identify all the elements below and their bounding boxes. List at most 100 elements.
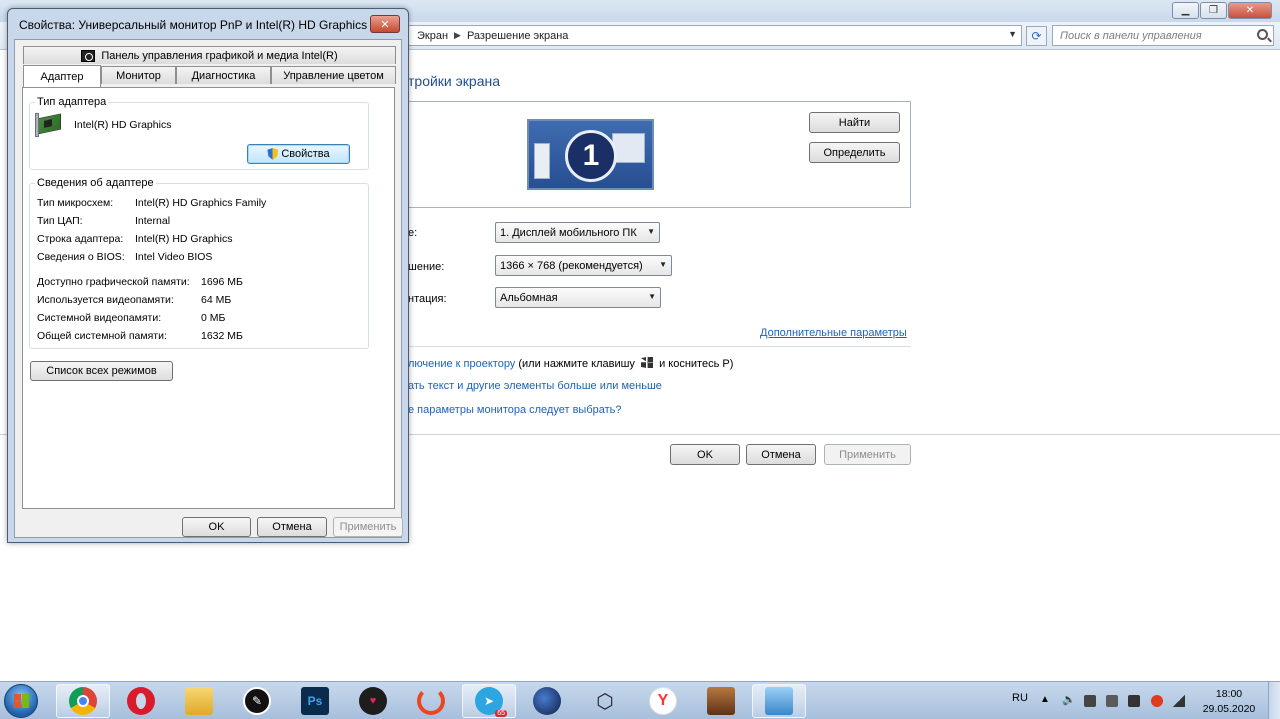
breadcrumb[interactable]: Экран ▶ Разрешение экрана ▼ xyxy=(408,25,1022,46)
orientation-label: нтация: xyxy=(408,293,447,305)
show-desktop-button[interactable] xyxy=(1268,682,1280,719)
list-all-modes-button[interactable]: Список всех режимов xyxy=(30,361,173,381)
dialog-apply-button[interactable]: Применить xyxy=(333,517,403,537)
projector-hint-after: и коснитесь P) xyxy=(659,358,734,370)
close-button[interactable]: ✕ xyxy=(1228,2,1272,19)
tab-monitor-label: Монитор xyxy=(116,69,161,82)
search-input[interactable]: Поиск в панели управления xyxy=(1052,25,1274,46)
refresh-icon[interactable]: ⟳ xyxy=(1026,26,1047,46)
chevron-down-icon[interactable]: ▼ xyxy=(1008,29,1017,39)
warning-icon[interactable] xyxy=(1151,695,1163,707)
memory-label-shared: Общей системной памяти: xyxy=(37,330,167,342)
info-label-chip-type: Тип микросхем: xyxy=(37,197,114,209)
taskbar-control-panel[interactable] xyxy=(752,684,806,718)
preview-panel-right xyxy=(612,133,645,163)
control-panel-icon xyxy=(765,687,793,715)
tab-adapter[interactable]: Адаптер xyxy=(23,65,101,87)
ok-button[interactable]: OK xyxy=(670,444,740,465)
dialog-ok-button[interactable]: OK xyxy=(182,517,251,537)
apply-button[interactable]: Применить xyxy=(824,444,911,465)
cinema4d-icon xyxy=(533,687,561,715)
taskbar-telegram[interactable]: ➤ 65 xyxy=(462,684,516,718)
network-signal-icon[interactable] xyxy=(1173,695,1185,707)
orientation-select[interactable]: Альбомная ▼ xyxy=(495,287,661,308)
monitor-preview-icon[interactable]: 1 xyxy=(527,119,654,190)
chevron-down-icon: ▼ xyxy=(659,260,667,269)
resolution-select[interactable]: 1366 × 768 (рекомендуется) ▼ xyxy=(495,255,672,276)
taskbar-photoshop[interactable]: Ps xyxy=(288,684,342,718)
tab-intel-graphics-label: Панель управления графикой и медиа Intel… xyxy=(101,49,338,62)
adapter-info-group: Сведения об адаптере Тип микросхем: Inte… xyxy=(29,177,369,349)
page-title: тройки экрана xyxy=(408,73,500,89)
info-label-dac-type: Тип ЦАП: xyxy=(37,215,83,227)
text-size-link[interactable]: ать текст и другие элементы больше или м… xyxy=(408,380,662,392)
projector-hint-before: (или нажмите клавишу xyxy=(518,358,635,370)
uac-shield-icon xyxy=(267,148,279,160)
tab-intel-graphics[interactable]: Панель управления графикой и медиа Intel… xyxy=(23,46,396,64)
dialog-body: Панель управления графикой и медиа Intel… xyxy=(14,39,403,538)
advanced-settings-link[interactable]: Дополнительные параметры xyxy=(760,327,907,339)
taskbar-cinema4d[interactable] xyxy=(520,684,574,718)
display-label: е: xyxy=(408,227,418,239)
dialog-cancel-button[interactable]: Отмена xyxy=(257,517,327,537)
breadcrumb-separator-icon: ▶ xyxy=(454,30,461,40)
yandex-icon: Y xyxy=(649,687,677,715)
memory-value-dedicated: 64 МБ xyxy=(201,294,232,306)
projector-link[interactable]: лючение к проектору xyxy=(408,358,515,370)
taskbar-app-orange[interactable] xyxy=(404,684,458,718)
tab-color-management[interactable]: Управление цветом xyxy=(271,66,396,84)
info-value-dac-type: Internal xyxy=(135,215,171,227)
tray-device-icon[interactable] xyxy=(1128,695,1140,707)
dialog-close-button[interactable]: ✕ xyxy=(370,15,400,33)
display-select-value: 1. Дисплей мобильного ПК xyxy=(500,226,637,239)
search-icon[interactable] xyxy=(1257,29,1268,40)
taskbar-chrome[interactable] xyxy=(56,684,110,718)
system-clock[interactable]: 18:00 29.05.2020 xyxy=(1200,687,1258,717)
video-card-icon xyxy=(35,113,63,139)
language-indicator[interactable]: RU xyxy=(1012,692,1028,704)
start-button[interactable] xyxy=(4,684,38,718)
taskbar-inkscape[interactable]: ✎ xyxy=(230,684,284,718)
preview-panel-left xyxy=(534,143,550,179)
adapter-info-title: Сведения об адаптере xyxy=(35,177,156,189)
chevron-down-icon: ▼ xyxy=(647,227,655,236)
monitor-settings-help-link[interactable]: е параметры монитора следует выбрать? xyxy=(408,404,622,416)
taskbar-opera[interactable] xyxy=(114,684,168,718)
taskbar: ✎ Ps ♥ ➤ 65 ⬡ Y RU ▲ 🔈 18:00 29.05.2020 xyxy=(0,681,1280,719)
tray-usb-icon[interactable] xyxy=(1106,695,1118,707)
taskbar-explorer[interactable] xyxy=(172,684,226,718)
memory-label-available: Доступно графической памяти: xyxy=(37,276,190,288)
memory-value-available: 1696 МБ xyxy=(201,276,243,288)
chrome-icon xyxy=(69,687,97,715)
adapter-properties-button[interactable]: Свойства xyxy=(247,144,350,164)
photoshop-icon: Ps xyxy=(301,687,329,715)
minimize-button[interactable]: ▁ xyxy=(1172,2,1199,19)
tray-app-icon[interactable] xyxy=(1084,695,1096,707)
identify-button[interactable]: Определить xyxy=(809,142,900,163)
info-label-bios: Сведения о BIOS: xyxy=(37,251,125,263)
cancel-button[interactable]: Отмена xyxy=(746,444,816,465)
tab-diagnostics[interactable]: Диагностика xyxy=(176,66,271,84)
breadcrumb-item-screen[interactable]: Экран xyxy=(417,30,448,42)
display-select[interactable]: 1. Дисплей мобильного ПК ▼ xyxy=(495,222,660,243)
breadcrumb-item-resolution[interactable]: Разрешение экрана xyxy=(467,30,568,42)
tab-monitor[interactable]: Монитор xyxy=(101,66,176,84)
windows-key-icon xyxy=(641,357,653,368)
tab-color-management-label: Управление цветом xyxy=(283,69,384,82)
taskbar-game[interactable] xyxy=(694,684,748,718)
intel-graphics-icon xyxy=(81,49,96,62)
heart-app-icon: ♥ xyxy=(359,687,387,715)
maximize-button[interactable]: ❐ xyxy=(1200,2,1227,19)
volume-icon[interactable]: 🔈 xyxy=(1062,693,1076,706)
divider xyxy=(408,346,911,347)
orange-app-icon xyxy=(417,687,445,715)
info-value-bios: Intel Video BIOS xyxy=(135,251,213,263)
taskbar-app-heart[interactable]: ♥ xyxy=(346,684,400,718)
monitor-number: 1 xyxy=(565,130,617,182)
taskbar-yandex-browser[interactable]: Y xyxy=(636,684,690,718)
find-button[interactable]: Найти xyxy=(809,112,900,133)
taskbar-unity[interactable]: ⬡ xyxy=(578,684,632,718)
adapter-tab-panel: Тип адаптера Intel(R) HD Graphics Свойст… xyxy=(22,87,395,509)
adapter-type-group: Тип адаптера Intel(R) HD Graphics Свойст… xyxy=(29,96,369,170)
show-hidden-icons-icon[interactable]: ▲ xyxy=(1040,694,1052,706)
